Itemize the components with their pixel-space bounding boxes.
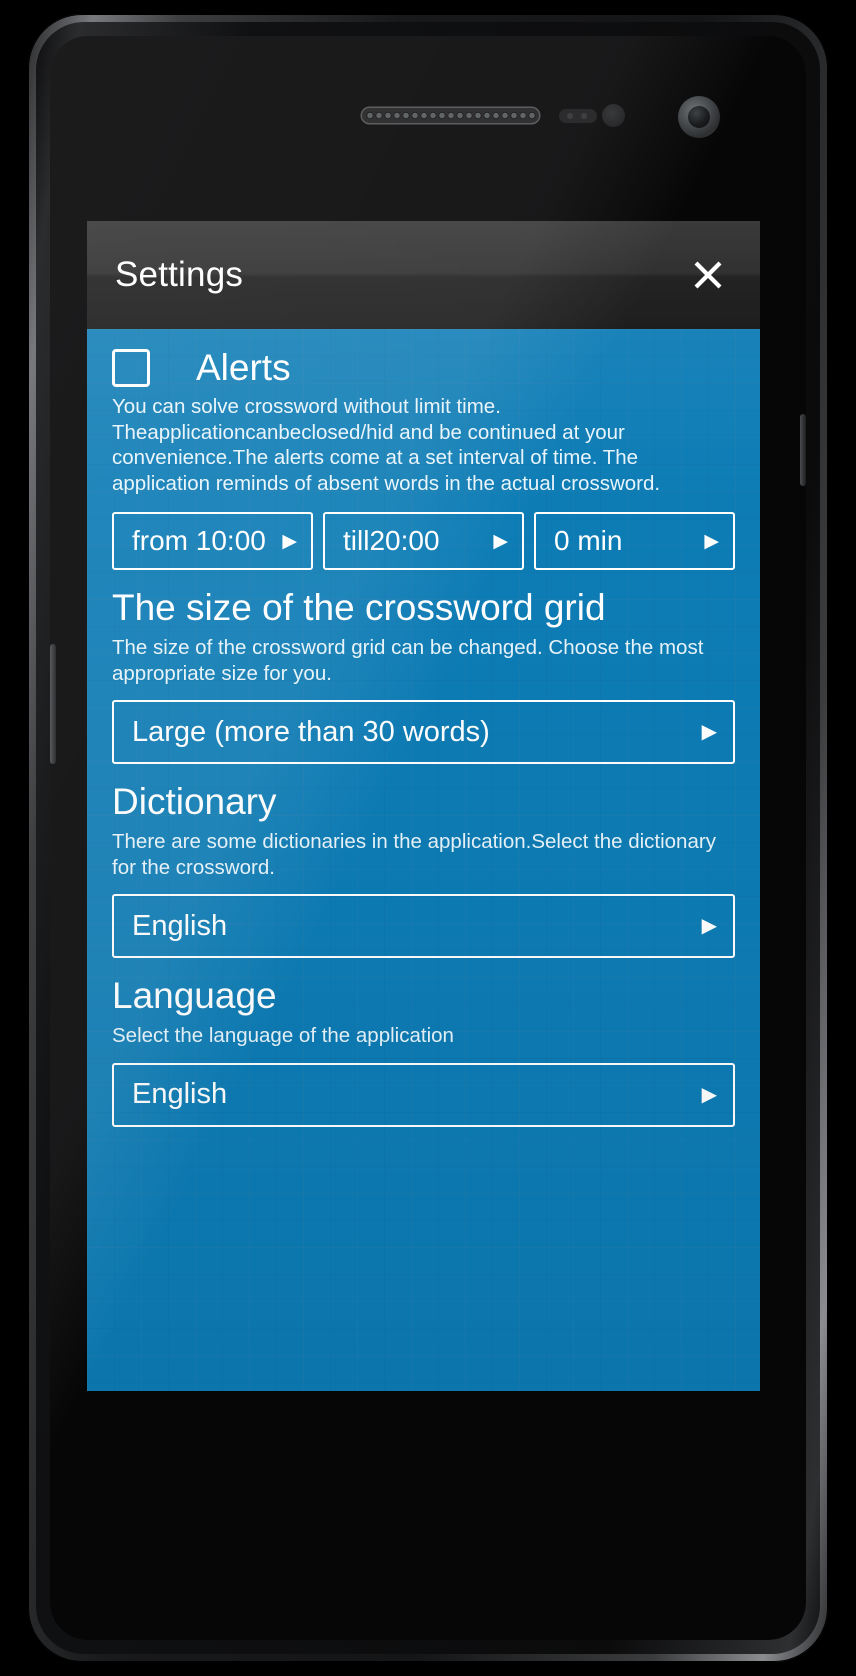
alerts-description: You can solve crossword without limit ti… <box>112 395 661 495</box>
speaker-grille-holes <box>366 111 536 120</box>
chevron-right-icon: ▶ <box>493 530 508 552</box>
phone-body: Settings Alerts You can solve crossword … <box>36 22 820 1654</box>
grid-size-value: Large (more than 30 words) <box>132 715 490 748</box>
dictionary-value: English <box>132 909 228 942</box>
dictionary-description: There are some dictionaries in the appli… <box>112 830 716 879</box>
action-bar: Settings <box>87 221 760 329</box>
grid-size-description: The size of the crossword grid can be ch… <box>112 636 704 685</box>
close-button[interactable] <box>680 247 736 303</box>
alerts-from-time-value: from 10:00 <box>132 525 266 556</box>
chevron-right-icon: ▶ <box>282 530 297 552</box>
alerts-checkbox[interactable] <box>112 349 150 387</box>
alerts-row[interactable]: Alerts <box>100 329 747 389</box>
phone-front-face: Settings Alerts You can solve crossword … <box>50 36 806 1640</box>
earpiece-speaker-icon <box>362 108 539 123</box>
phone-device: Settings Alerts You can solve crossword … <box>28 14 828 1662</box>
proximity-sensor-icon <box>559 109 597 123</box>
volume-rocker-button[interactable] <box>50 644 56 764</box>
language-selector[interactable]: English ▶ <box>112 1062 735 1127</box>
chevron-right-icon: ▶ <box>701 721 717 743</box>
chevron-right-icon: ▶ <box>704 530 719 552</box>
dictionary-title: Dictionary <box>112 781 277 822</box>
power-button[interactable] <box>800 414 806 486</box>
language-value: English <box>132 1078 228 1110</box>
alerts-till-time-selector[interactable]: till20:00 ▶ <box>323 512 524 570</box>
settings-content: Alerts You can solve crossword without l… <box>87 329 760 1391</box>
grid-size-selector[interactable]: Large (more than 30 words) ▶ <box>112 700 735 764</box>
alerts-from-time-selector[interactable]: from 10:00 ▶ <box>112 512 313 570</box>
alerts-interval-selector[interactable]: 0 min ▶ <box>534 512 735 570</box>
light-sensor-icon <box>602 104 625 127</box>
alerts-till-time-value: till20:00 <box>343 525 440 556</box>
alerts-label: Alerts <box>196 347 291 388</box>
close-x-icon <box>694 261 722 289</box>
chevron-right-icon: ▶ <box>701 915 717 937</box>
front-camera-icon <box>678 96 720 138</box>
grid-size-title: The size of the crossword grid <box>112 587 606 628</box>
chevron-right-icon: ▶ <box>701 1083 717 1106</box>
page-title: Settings <box>115 255 244 294</box>
alerts-interval-value: 0 min <box>554 525 623 556</box>
alerts-time-row: from 10:00 ▶ till20:00 ▶ 0 min ▶ <box>100 512 747 570</box>
language-description: Select the language of the application <box>112 1024 454 1047</box>
dictionary-selector[interactable]: English ▶ <box>112 894 735 958</box>
language-title: Language <box>112 975 277 1016</box>
phone-screen: Settings Alerts You can solve crossword … <box>87 221 760 1391</box>
